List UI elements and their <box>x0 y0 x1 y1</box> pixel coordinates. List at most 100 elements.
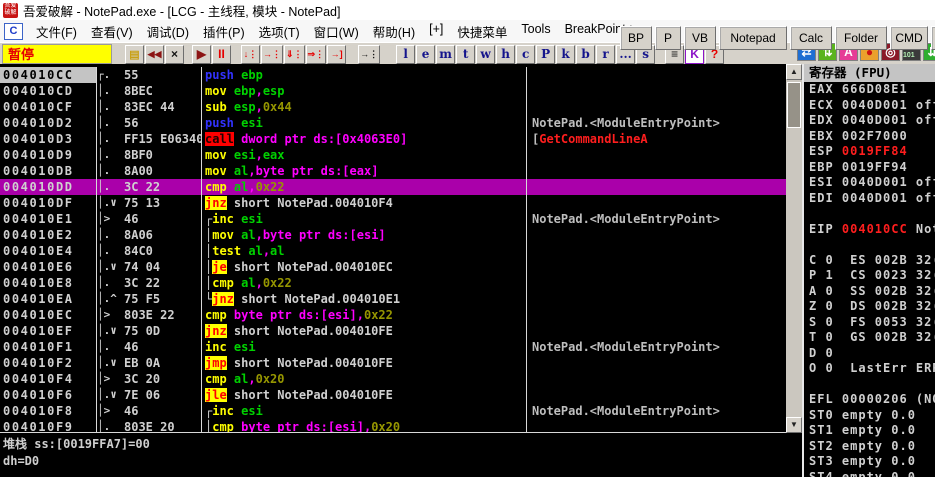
flag-s-seg-fs[interactable]: S 0 FS 0053 32( <box>804 315 935 331</box>
memory-window-button[interactable]: m <box>436 45 455 64</box>
disasm-row-004010DB[interactable]: 004010DB│.8A00mov al,byte ptr ds:[eax] <box>0 163 786 179</box>
cpu-window-button[interactable]: c <box>516 45 535 64</box>
threads-window-button[interactable]: t <box>456 45 475 64</box>
animate-over-button[interactable]: ⇒⋮ <box>306 45 327 64</box>
disasm-row-004010EC[interactable]: 004010EC│>803E 22cmp byte ptr ds:[esi],0… <box>0 307 786 323</box>
token: jnz <box>205 196 227 210</box>
disasm-row-004010F4[interactable]: 004010F4│>3C 20cmp al,0x20 <box>0 371 786 387</box>
disassembly-pane[interactable]: 004010CC┌.55push ebp004010CD│.8BECmov eb… <box>0 64 786 433</box>
token: 004010CC <box>842 222 908 236</box>
disasm-row-004010F8[interactable]: 004010F8│>46┌inc esiNotePad.<ModuleEntry… <box>0 403 786 419</box>
reg-ecx[interactable]: ECX 0040D001 off <box>804 98 935 114</box>
menu-tools[interactable]: Tools <box>514 22 557 41</box>
flag-a-seg-ss[interactable]: A 0 SS 002B 32( <box>804 284 935 300</box>
quick-folder-button[interactable]: Folder <box>835 26 887 50</box>
quick-cmd-button[interactable]: CMD <box>890 26 928 50</box>
quick-p-button[interactable]: P <box>655 26 681 50</box>
windows-window-button[interactable]: w <box>476 45 495 64</box>
references-window-button[interactable]: r <box>596 45 615 64</box>
reg-edi[interactable]: EDI 0040D001 off <box>804 191 935 207</box>
reg-esi[interactable]: ESI 0040D001 off <box>804 175 935 191</box>
menu-file[interactable]: 文件(F) <box>29 22 84 41</box>
quick-bp-button[interactable]: BP <box>620 26 652 50</box>
reg-st1[interactable]: ST1 empty 0.0 <box>804 423 935 439</box>
reg-st3[interactable]: ST3 empty 0.0 <box>804 454 935 470</box>
reg-edx[interactable]: EDX 0040D001 off <box>804 113 935 129</box>
animate-into-button[interactable]: ⇓⋮ <box>284 45 305 64</box>
disasm-row-004010E6[interactable]: 004010E6│.∨74 04│je short NotePad.004010… <box>0 259 786 275</box>
quick-vb-button[interactable]: VB <box>684 26 716 50</box>
menu-plus[interactable]: [+] <box>422 22 450 41</box>
scrollbar-thumb[interactable] <box>787 82 801 128</box>
disasm-row-004010CD[interactable]: 004010CD│.8BECmov ebp,esp <box>0 83 786 99</box>
disasm-row-004010F2[interactable]: 004010F2│.∨EB 0Ajmp short NotePad.004010… <box>0 355 786 371</box>
disasm-row-004010F9[interactable]: 004010F9│.803E 20│cmp byte ptr ds:[esi],… <box>0 419 786 433</box>
open-file-button[interactable]: ▤ <box>125 45 144 64</box>
quick-calc-button[interactable]: Calc <box>790 26 832 50</box>
menu-debug[interactable]: 调试(D) <box>140 22 196 41</box>
comment-cell <box>526 275 786 291</box>
flag-o-lasterr[interactable]: O 0 LastErr ERR <box>804 361 935 377</box>
scroll-up-button[interactable]: ▲ <box>786 64 802 80</box>
call-stack-window-button[interactable]: k <box>556 45 575 64</box>
menu-plugins[interactable]: 插件(P) <box>196 22 252 41</box>
quick-notepad-button[interactable]: Notepad <box>719 26 787 50</box>
reg-blank-3[interactable] <box>804 377 935 393</box>
menu-options[interactable]: 选项(T) <box>252 22 307 41</box>
reg-blank-2[interactable] <box>804 237 935 253</box>
scroll-down-button[interactable]: ▼ <box>786 417 802 433</box>
flag-c-seg-es[interactable]: C 0 ES 002B 32( <box>804 253 935 269</box>
flag-p-seg-cs[interactable]: P 1 CS 0023 32( <box>804 268 935 284</box>
disasm-row-004010D2[interactable]: 004010D2│.56push esiNotePad.<ModuleEntry… <box>0 115 786 131</box>
disasm-row-004010DF[interactable]: 004010DF│.∨75 13jnz short NotePad.004010… <box>0 195 786 211</box>
reg-st2[interactable]: ST2 empty 0.0 <box>804 439 935 455</box>
step-over-button[interactable]: →⋮ <box>261 45 283 64</box>
step-into-button[interactable]: ↓⋮ <box>241 45 260 64</box>
disasm-row-004010F6[interactable]: 004010F6│.∨7E 06jle short NotePad.004010… <box>0 387 786 403</box>
disasm-row-004010E8[interactable]: 004010E8│.3C 22│cmp al,0x22 <box>0 275 786 291</box>
reg-ebp[interactable]: EBP 0019FF94 <box>804 160 935 176</box>
disasm-row-004010CF[interactable]: 004010CF│.83EC 44sub esp,0x44 <box>0 99 786 115</box>
reg-eax[interactable]: EAX 666D08E1 <box>804 82 935 98</box>
reg-eip[interactable]: EIP 004010CC Not <box>804 222 935 238</box>
reg-esp[interactable]: ESP 0019FF84 <box>804 144 935 160</box>
reg-st4[interactable]: ST4 empty 0.0 <box>804 470 935 477</box>
pause-button[interactable]: II <box>212 45 231 64</box>
token: byte ptr ds:[esi] <box>263 228 386 242</box>
reg-blank-1[interactable] <box>804 206 935 222</box>
disasm-row-004010E1[interactable]: 004010E1│>46┌inc esiNotePad.<ModuleEntry… <box>0 211 786 227</box>
cpu-window-icon[interactable]: C <box>4 23 23 40</box>
comment-cell <box>526 163 786 179</box>
breakpoints-window-button[interactable]: b <box>576 45 595 64</box>
disasm-row-004010E2[interactable]: 004010E2│.8A06│mov al,byte ptr ds:[esi] <box>0 227 786 243</box>
disasm-row-004010E4[interactable]: 004010E4│.84C0│test al,al <box>0 243 786 259</box>
disasm-row-004010D3[interactable]: 004010D3│.FF15 E0634000call dword ptr ds… <box>0 131 786 147</box>
disasm-row-004010F1[interactable]: 004010F1│.46inc esiNotePad.<ModuleEntryP… <box>0 339 786 355</box>
menu-view[interactable]: 查看(V) <box>84 22 140 41</box>
flag-d[interactable]: D 0 <box>804 346 935 362</box>
patches-window-button[interactable]: P <box>536 45 555 64</box>
reg-st0[interactable]: ST0 empty 0.0 <box>804 408 935 424</box>
disasm-row-004010EA[interactable]: 004010EA│.^75 F5└jnz short NotePad.00401… <box>0 291 786 307</box>
menu-help[interactable]: 帮助(H) <box>366 22 422 41</box>
restart-button[interactable]: ◀◀ <box>145 45 164 64</box>
disasm-row-004010D9[interactable]: 004010D9│.8BF0mov esi,eax <box>0 147 786 163</box>
menu-quick[interactable]: 快捷菜单 <box>450 22 514 41</box>
disasm-row-004010CC[interactable]: 004010CC┌.55push ebp <box>0 67 786 83</box>
disasm-row-004010EF[interactable]: 004010EF│.∨75 0Djnz short NotePad.004010… <box>0 323 786 339</box>
disasm-row-004010DD[interactable]: 004010DD│.3C 22cmp al,0x22 <box>0 179 786 195</box>
handles-window-button[interactable]: h <box>496 45 515 64</box>
goto-button[interactable]: →⋮ <box>358 45 380 64</box>
executables-window-button[interactable]: e <box>416 45 435 64</box>
log-window-button[interactable]: l <box>396 45 415 64</box>
execute-till-return-button[interactable]: →] <box>327 45 346 64</box>
reg-ebx[interactable]: EBX 002F7000 <box>804 129 935 145</box>
flag-t-seg-gs[interactable]: T 0 GS 002B 32( <box>804 330 935 346</box>
quick-e-button[interactable]: E <box>931 26 935 50</box>
reg-efl[interactable]: EFL 00000206 (NO <box>804 392 935 408</box>
menu-window[interactable]: 窗口(W) <box>307 22 366 41</box>
run-button[interactable]: ▶ <box>192 45 211 64</box>
disassembly-scrollbar[interactable]: ▲ ▼ <box>786 64 802 433</box>
close-button[interactable]: × <box>165 45 184 64</box>
flag-z-seg-ds[interactable]: Z 0 DS 002B 32( <box>804 299 935 315</box>
